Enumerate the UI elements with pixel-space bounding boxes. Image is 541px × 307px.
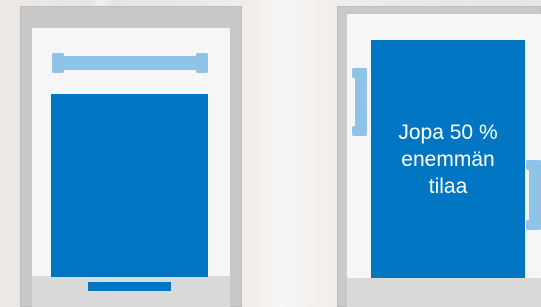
right-side-rail-bar <box>526 160 541 230</box>
bottom-rail-bar <box>88 282 171 291</box>
top-rail-bar <box>52 53 208 73</box>
standard-cabinet-base <box>32 276 230 307</box>
expanded-cabinet-base <box>347 278 541 307</box>
left-side-rail-bar <box>352 68 367 136</box>
capacity-message: Jopa 50 % enemmän tilaa <box>398 120 498 198</box>
standard-storage-panel <box>51 94 208 277</box>
